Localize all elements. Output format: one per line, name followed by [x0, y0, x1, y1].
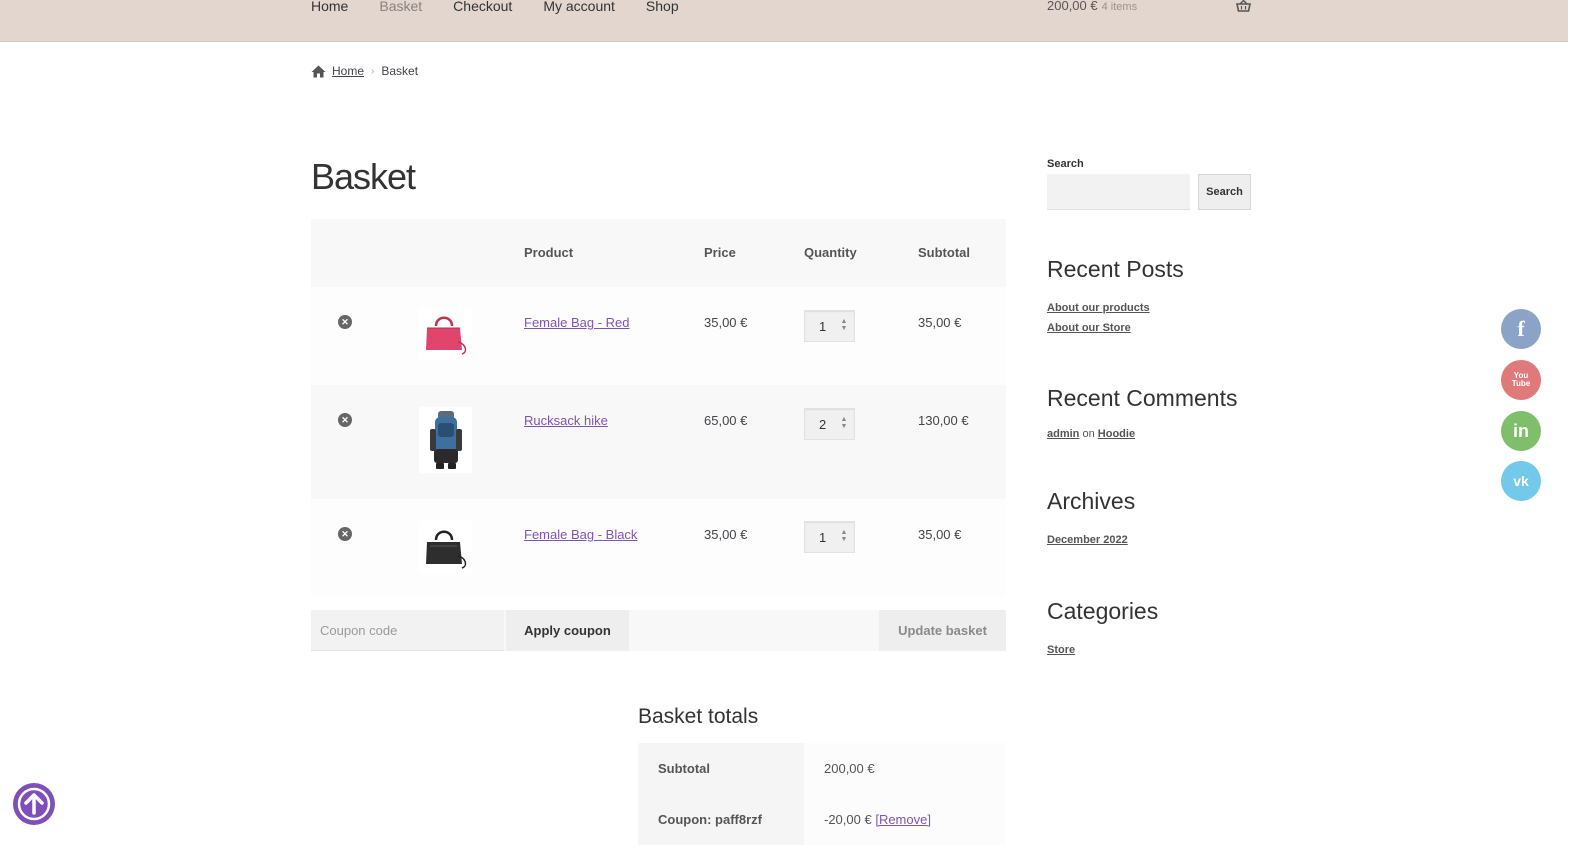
home-icon	[311, 65, 326, 77]
recent-post-link[interactable]: About our products	[1047, 302, 1150, 314]
search-input[interactable]	[1047, 174, 1190, 210]
spinner-arrows-icon[interactable]: ▲ ▼	[840, 529, 848, 543]
header-subtotal: Subtotal	[918, 245, 970, 260]
product-thumbnail[interactable]	[419, 407, 472, 473]
coupon-label: Coupon: paff8rzf	[638, 794, 804, 845]
spinner-arrows-icon[interactable]: ▲ ▼	[840, 318, 848, 332]
product-link[interactable]: Female Bag - Black	[524, 527, 637, 542]
update-basket-button[interactable]: Update basket	[879, 610, 1006, 651]
facebook-icon[interactable]: f	[1501, 309, 1541, 349]
product-link[interactable]: Female Bag - Red	[524, 315, 630, 330]
subtotal-value: 200,00 €	[804, 743, 1006, 794]
cart-table: Product Price Quantity Subtotal ✕ Female…	[311, 219, 1006, 597]
breadcrumb-current: Basket	[381, 64, 419, 78]
youtube-glyph-bottom: Tube	[1511, 379, 1531, 388]
nav-my-account[interactable]: My account	[543, 0, 615, 14]
search-label: Search	[1047, 158, 1084, 170]
linkedin-glyph: in	[1513, 420, 1529, 441]
breadcrumb-separator: ›	[371, 65, 375, 77]
arrow-up-icon	[17, 787, 51, 821]
scrollbar[interactable]	[1568, 0, 1588, 853]
page-title: Basket	[311, 156, 416, 197]
nav-checkout[interactable]: Checkout	[453, 0, 512, 14]
table-header: Product Price Quantity Subtotal	[311, 219, 1006, 287]
table-row: ✕ Female Bag - Black 35,00 € 1 ▲ ▼ 35,00 …	[311, 499, 1006, 597]
vk-icon[interactable]: vk	[1501, 461, 1541, 501]
totals-row: Coupon: paff8rzf -20,00 € [Remove]	[638, 794, 1006, 845]
quantity-value: 1	[819, 530, 827, 545]
header-quantity: Quantity	[804, 245, 857, 260]
product-thumbnail[interactable]	[419, 521, 472, 574]
product-subtotal: 35,00 €	[918, 527, 962, 542]
vk-glyph: vk	[1513, 473, 1529, 489]
basket-icon[interactable]	[1236, 0, 1251, 12]
mini-cart-total: 200,00 €	[1047, 0, 1098, 13]
red-bag-icon	[425, 316, 466, 355]
scroll-to-top-button[interactable]	[13, 783, 55, 825]
table-row: ✕ Rucksack hike 65,00 € 2 ▲ ▼ 130,00 €	[311, 385, 1006, 499]
cart-actions: Apply coupon Update basket	[311, 610, 1006, 651]
comment-author-link[interactable]: admin	[1047, 428, 1079, 440]
header-price: Price	[704, 245, 736, 260]
quantity-value: 1	[819, 319, 827, 334]
recent-comments-title: Recent Comments	[1047, 385, 1238, 411]
breadcrumb-home[interactable]: Home	[332, 64, 364, 78]
youtube-icon[interactable]: You Tube	[1501, 360, 1541, 400]
mini-cart[interactable]: 200,00 €4 items	[1047, 0, 1137, 15]
header-product: Product	[524, 245, 574, 260]
comment-post-link[interactable]: Hoodie	[1098, 428, 1135, 440]
mini-cart-count: 4 items	[1101, 1, 1138, 13]
recent-comment: admin on Hoodie	[1047, 428, 1135, 440]
linkedin-icon[interactable]: in	[1501, 411, 1541, 451]
subtotal-label: Subtotal	[638, 743, 804, 794]
recent-posts-title: Recent Posts	[1047, 256, 1184, 282]
product-link[interactable]: Rucksack hike	[524, 413, 608, 428]
product-subtotal: 130,00 €	[918, 413, 969, 428]
remove-item-icon[interactable]: ✕	[338, 413, 352, 427]
quantity-stepper[interactable]: 1 ▲ ▼	[804, 310, 855, 342]
apply-coupon-button[interactable]: Apply coupon	[506, 610, 629, 651]
remove-coupon-link[interactable]: [Remove]	[875, 812, 931, 827]
recent-post-link[interactable]: About our Store	[1047, 322, 1131, 334]
archives-title: Archives	[1047, 488, 1136, 514]
table-row: ✕ Female Bag - Red 35,00 € 1 ▲ ▼ 35,00 €	[311, 287, 1006, 385]
product-price: 35,00 €	[704, 527, 748, 542]
facebook-glyph: f	[1517, 316, 1525, 341]
search-button[interactable]: Search	[1198, 174, 1251, 210]
product-subtotal: 35,00 €	[918, 315, 962, 330]
breadcrumb: Home › Basket	[311, 64, 418, 78]
main-navigation: Home Basket Checkout My account Shop	[311, 0, 710, 14]
product-thumbnail[interactable]	[419, 307, 472, 360]
quantity-stepper[interactable]: 2 ▲ ▼	[804, 408, 855, 440]
header-bar: Home Basket Checkout My account Shop 200…	[0, 0, 1568, 42]
archive-link[interactable]: December 2022	[1047, 534, 1128, 546]
coupon-discount: -20,00 €	[824, 812, 872, 827]
black-bag-icon	[425, 530, 466, 569]
remove-item-icon[interactable]: ✕	[338, 527, 352, 541]
nav-home[interactable]: Home	[311, 0, 348, 14]
basket-totals-title: Basket totals	[638, 705, 759, 728]
spinner-arrows-icon[interactable]: ▲ ▼	[840, 416, 848, 430]
coupon-code-input[interactable]	[311, 610, 504, 651]
comment-on-text: on	[1082, 428, 1095, 440]
coupon-value: -20,00 € [Remove]	[804, 794, 1006, 845]
categories-title: Categories	[1047, 598, 1159, 624]
basket-totals-table: Subtotal 200,00 € Coupon: paff8rzf -20,0…	[638, 743, 1006, 845]
product-price: 35,00 €	[704, 315, 748, 330]
rucksack-icon	[429, 411, 462, 469]
totals-row: Subtotal 200,00 €	[638, 743, 1006, 794]
nav-basket[interactable]: Basket	[379, 0, 422, 14]
quantity-stepper[interactable]: 1 ▲ ▼	[804, 521, 855, 553]
nav-shop[interactable]: Shop	[646, 0, 679, 14]
category-link[interactable]: Store	[1047, 644, 1075, 656]
quantity-value: 2	[819, 417, 827, 432]
remove-item-icon[interactable]: ✕	[338, 315, 352, 329]
product-price: 65,00 €	[704, 413, 748, 428]
